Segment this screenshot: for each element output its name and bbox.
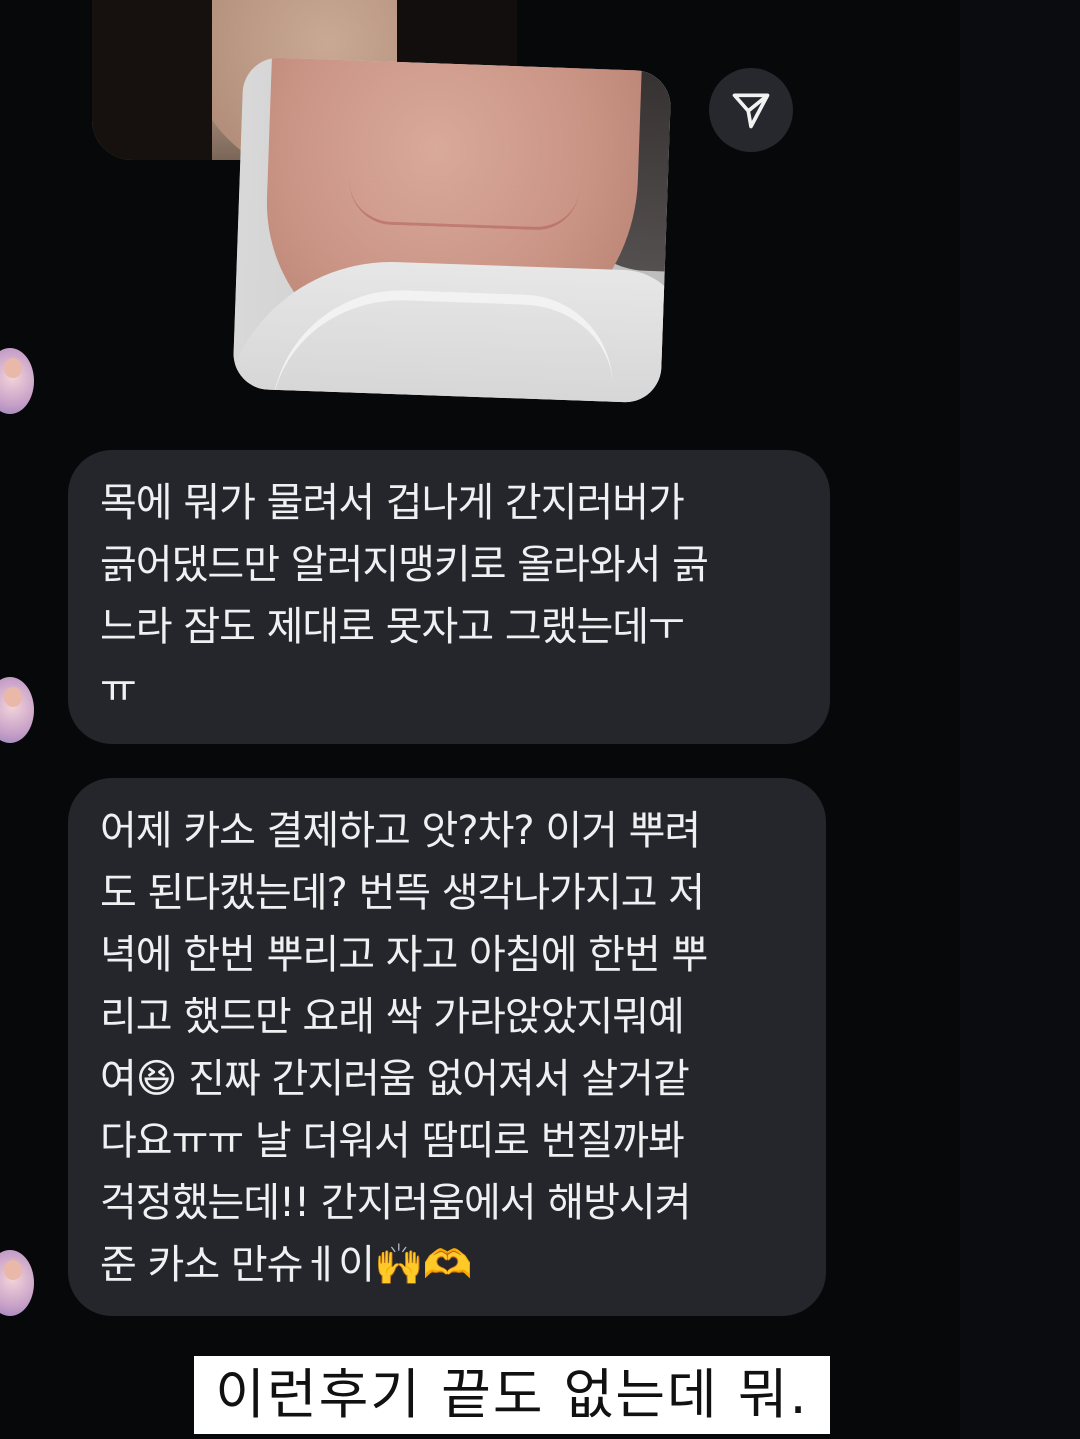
share-button[interactable] bbox=[709, 68, 793, 152]
paper-plane-icon bbox=[732, 93, 770, 129]
avatar[interactable] bbox=[0, 677, 34, 743]
avatar[interactable] bbox=[0, 1250, 34, 1316]
avatar[interactable] bbox=[0, 348, 34, 414]
message-bubble[interactable]: 어제 카소 결제하고 앗?차? 이거 뿌려 도 된다캤는데? 번뜩 생각나가지고… bbox=[68, 778, 826, 1316]
background-panel bbox=[960, 0, 1080, 1439]
sent-photo-front[interactable] bbox=[232, 56, 672, 404]
message-bubble[interactable]: 목에 뭐가 물려서 겁나게 간지러버가 긁어댔드만 알러지맹키로 올라와서 긁 … bbox=[68, 450, 830, 744]
caption-text: 이런후기 끝도 없는데 뭐. bbox=[194, 1356, 830, 1434]
